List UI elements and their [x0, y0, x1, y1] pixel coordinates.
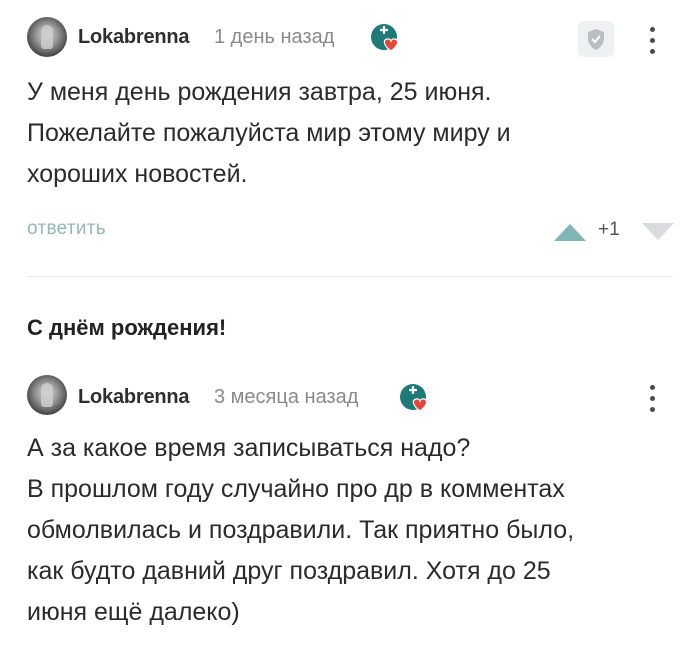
reply-link[interactable]: ответить	[27, 218, 106, 240]
comment-line: Пожелайте пожалуйста мир этому миру и	[27, 119, 511, 147]
section-title[interactable]: С днём рождения!	[27, 315, 226, 341]
more-vertical-icon[interactable]	[640, 23, 664, 59]
heart-badge-icon	[400, 384, 428, 412]
divider	[27, 276, 673, 277]
comment-text: У меня день рождения завтра, 25 июня. По…	[27, 72, 511, 195]
comment-time: 1 день назад	[214, 26, 335, 48]
comment-header: Lokabrenna 1 день назад	[0, 17, 700, 61]
comment-score: +1	[598, 219, 620, 240]
username[interactable]: Lokabrenna	[78, 26, 190, 49]
more-vertical-icon[interactable]	[640, 381, 664, 417]
heart-badge-icon	[371, 24, 399, 52]
triangle-down-icon[interactable]	[641, 222, 675, 242]
comment-line: июня ещё далеко)	[27, 598, 240, 626]
comment-text: А за какое время записываться надо? В пр…	[27, 428, 574, 633]
comment-line: А за какое время записываться надо?	[27, 434, 471, 462]
shield-icon[interactable]	[578, 21, 614, 57]
avatar[interactable]	[27, 17, 67, 57]
comment-line: В прошлом году случайно про др в коммент…	[27, 475, 565, 503]
username[interactable]: Lokabrenna	[78, 386, 190, 409]
comment-time: 3 месяца назад	[214, 386, 359, 408]
triangle-up-icon[interactable]	[553, 222, 587, 242]
comment-line: обмолвилась и поздравили. Так приятно бы…	[27, 516, 575, 544]
comment-line: как будто давний друг поздравил. Хотя до…	[27, 557, 551, 585]
comment-line: У меня день рождения завтра, 25 июня.	[27, 78, 492, 106]
avatar[interactable]	[27, 375, 67, 415]
comment-line: хороших новостей.	[27, 160, 248, 188]
comment-header: Lokabrenna 3 месяца назад	[0, 375, 700, 419]
